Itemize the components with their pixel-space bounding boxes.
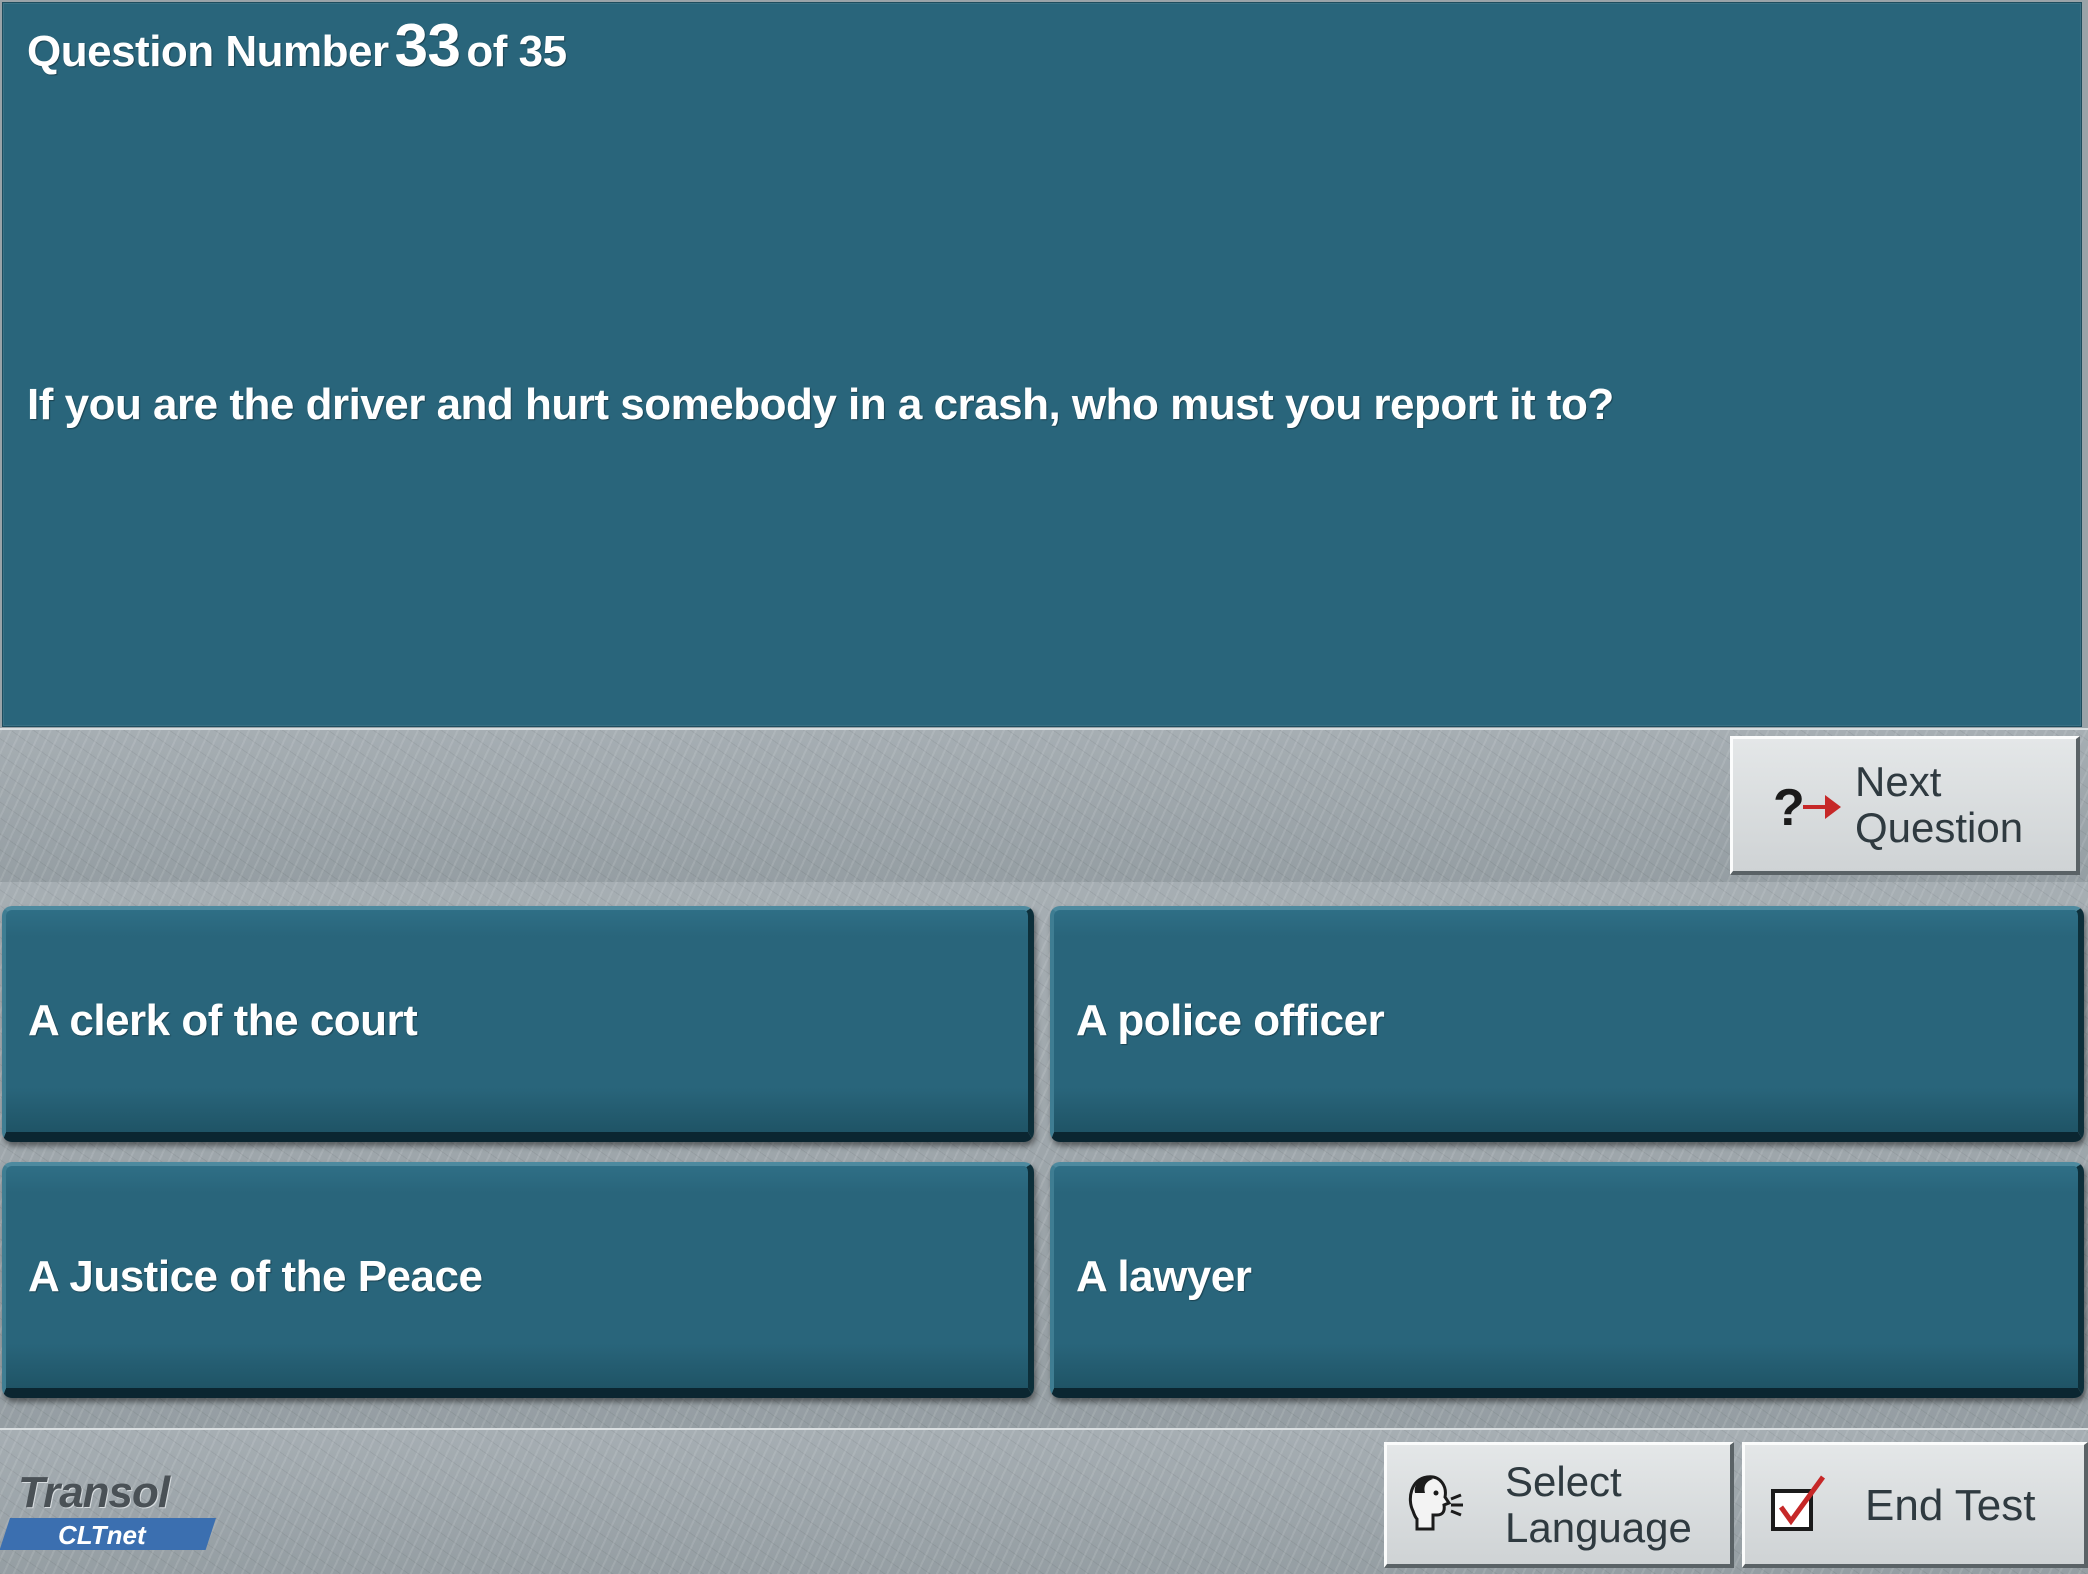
answer-option[interactable]: A lawyer xyxy=(1050,1162,2084,1398)
brand-name: Transol xyxy=(18,1468,170,1517)
answer-option[interactable]: A police officer xyxy=(1050,906,2084,1142)
next-label-line2: Question xyxy=(1855,804,2024,851)
answer-option[interactable]: A clerk of the court xyxy=(2,906,1034,1142)
checkbox-check-icon xyxy=(1769,1473,1827,1535)
answer-option[interactable]: A Justice of the Peace xyxy=(2,1162,1034,1398)
question-total: of 35 xyxy=(466,27,567,76)
end-test-button[interactable]: End Test xyxy=(1742,1442,2088,1568)
question-panel: Question Number 33 of 35 If you are the dr… xyxy=(2,2,2082,727)
question-text: If you are the driver and hurt somebody … xyxy=(27,380,1614,429)
next-label-line1: Next xyxy=(1855,758,1942,805)
answers-area: A clerk of the court A police officer A … xyxy=(0,882,2088,1430)
next-question-button[interactable]: ? Next Question xyxy=(1730,736,2080,875)
question-number-label: Question Number xyxy=(27,27,389,76)
answer-option-text: A clerk of the court xyxy=(28,996,418,1045)
question-counter: Question Number 33 of 35 xyxy=(27,11,567,80)
brand-logo: Transol CLTnet xyxy=(0,1468,230,1552)
footer-bar: Transol CLTnet Select Language End Test xyxy=(0,1428,2088,1574)
navigation-bar: ? Next Question xyxy=(0,728,2088,882)
question-arrow-icon: ? xyxy=(1773,775,1845,837)
brand-subname: CLTnet xyxy=(58,1520,146,1550)
answer-option-text: A Justice of the Peace xyxy=(28,1252,483,1301)
svg-text:?: ? xyxy=(1773,779,1805,835)
question-number: 33 xyxy=(394,12,461,79)
select-language-line1: Select xyxy=(1505,1458,1622,1505)
answer-option-text: A lawyer xyxy=(1076,1252,1252,1301)
speaking-head-icon xyxy=(1403,1469,1465,1541)
select-language-line2: Language xyxy=(1505,1504,1692,1551)
select-language-button[interactable]: Select Language xyxy=(1384,1442,1734,1568)
answer-option-text: A police officer xyxy=(1076,996,1385,1045)
end-test-label: End Test xyxy=(1865,1481,2036,1530)
